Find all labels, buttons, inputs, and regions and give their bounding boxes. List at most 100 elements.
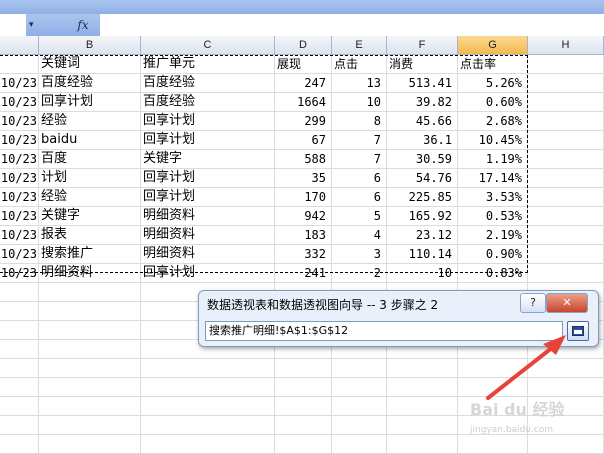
header-cell[interactable]: 点击 — [332, 55, 387, 74]
empty-cell[interactable] — [275, 435, 332, 454]
empty-cell[interactable] — [39, 302, 141, 321]
data-cell[interactable]: 百度经验 — [141, 74, 275, 93]
empty-cell[interactable] — [141, 397, 275, 416]
empty-cell[interactable] — [387, 359, 458, 378]
data-cell[interactable]: 35 — [275, 169, 332, 188]
empty-cell[interactable] — [528, 435, 604, 454]
data-cell[interactable]: 回享计划 — [141, 131, 275, 150]
data-cell[interactable]: 10/23 — [0, 112, 39, 131]
data-cell[interactable]: 2 — [332, 264, 387, 283]
expand-dialog-button[interactable] — [567, 321, 589, 341]
data-cell[interactable]: 4 — [332, 226, 387, 245]
empty-cell[interactable] — [0, 435, 39, 454]
data-cell[interactable]: 关键字 — [39, 207, 141, 226]
column-header-b[interactable]: B — [39, 36, 141, 55]
data-cell[interactable]: 17.14% — [458, 169, 528, 188]
data-cell[interactable]: 关键字 — [141, 150, 275, 169]
data-cell[interactable]: 回享计划 — [141, 188, 275, 207]
data-cell[interactable]: 13 — [332, 74, 387, 93]
data-cell[interactable]: 10/23 — [0, 226, 39, 245]
empty-cell[interactable] — [0, 416, 39, 435]
empty-cell[interactable] — [332, 416, 387, 435]
data-cell[interactable]: 明细资料 — [141, 207, 275, 226]
data-cell[interactable]: 10/23 — [0, 188, 39, 207]
empty-cell[interactable] — [332, 378, 387, 397]
empty-cell[interactable] — [39, 397, 141, 416]
empty-cell[interactable] — [528, 112, 604, 131]
empty-cell[interactable] — [528, 226, 604, 245]
data-cell[interactable]: 0.53% — [458, 207, 528, 226]
empty-cell[interactable] — [387, 378, 458, 397]
column-header-h[interactable]: H — [528, 36, 604, 55]
data-cell[interactable]: 588 — [275, 150, 332, 169]
data-cell[interactable]: 7 — [332, 150, 387, 169]
data-cell[interactable]: 10/23 — [0, 150, 39, 169]
empty-cell[interactable] — [0, 397, 39, 416]
data-cell[interactable]: 百度经验 — [39, 74, 141, 93]
empty-cell[interactable] — [275, 397, 332, 416]
empty-cell[interactable] — [528, 93, 604, 112]
empty-cell[interactable] — [39, 359, 141, 378]
data-cell[interactable]: 54.76 — [387, 169, 458, 188]
data-cell[interactable]: 0.90% — [458, 245, 528, 264]
data-cell[interactable]: 计划 — [39, 169, 141, 188]
data-cell[interactable]: 3.53% — [458, 188, 528, 207]
empty-cell[interactable] — [387, 397, 458, 416]
empty-cell[interactable] — [0, 378, 39, 397]
data-cell[interactable]: 170 — [275, 188, 332, 207]
data-cell[interactable]: 30.59 — [387, 150, 458, 169]
empty-cell[interactable] — [458, 378, 528, 397]
close-button[interactable]: ✕ — [546, 293, 588, 313]
data-cell[interactable]: 明细资料 — [141, 226, 275, 245]
empty-cell[interactable] — [387, 435, 458, 454]
empty-cell[interactable] — [39, 435, 141, 454]
header-cell[interactable]: 展现 — [275, 55, 332, 74]
column-header-d[interactable]: D — [275, 36, 332, 55]
data-cell[interactable]: 3 — [332, 245, 387, 264]
data-cell[interactable]: 39.82 — [387, 93, 458, 112]
data-cell[interactable]: 165.92 — [387, 207, 458, 226]
data-cell[interactable]: 10/23 — [0, 264, 39, 283]
column-header-c[interactable]: C — [141, 36, 275, 55]
data-cell[interactable]: 7 — [332, 131, 387, 150]
empty-cell[interactable] — [0, 321, 39, 340]
data-cell[interactable]: 247 — [275, 74, 332, 93]
name-box-dropdown[interactable]: ▾ — [26, 14, 66, 36]
data-cell[interactable]: 10/23 — [0, 74, 39, 93]
data-cell[interactable]: 回享计划 — [141, 264, 275, 283]
data-cell[interactable]: 6 — [332, 169, 387, 188]
data-cell[interactable]: 0.83% — [458, 264, 528, 283]
empty-cell[interactable] — [141, 416, 275, 435]
data-cell[interactable]: 6 — [332, 188, 387, 207]
empty-cell[interactable] — [528, 207, 604, 226]
empty-cell[interactable] — [332, 359, 387, 378]
data-cell[interactable]: 1.19% — [458, 150, 528, 169]
header-cell[interactable]: 推广单元 — [141, 55, 275, 74]
data-cell[interactable]: 报表 — [39, 226, 141, 245]
empty-cell[interactable] — [528, 131, 604, 150]
formula-input[interactable] — [100, 14, 604, 36]
data-cell[interactable]: 回享计划 — [39, 93, 141, 112]
range-input[interactable]: 搜索推广明细!$A$1:$G$12 — [205, 321, 563, 341]
empty-cell[interactable] — [528, 169, 604, 188]
empty-cell[interactable] — [528, 188, 604, 207]
empty-cell[interactable] — [528, 359, 604, 378]
empty-cell[interactable] — [0, 340, 39, 359]
empty-cell[interactable] — [275, 359, 332, 378]
data-cell[interactable]: 110.14 — [387, 245, 458, 264]
column-header-e[interactable]: E — [332, 36, 387, 55]
data-cell[interactable]: 10/23 — [0, 93, 39, 112]
empty-cell[interactable] — [141, 359, 275, 378]
empty-cell[interactable] — [39, 340, 141, 359]
empty-cell[interactable] — [458, 435, 528, 454]
empty-cell[interactable] — [39, 416, 141, 435]
data-cell[interactable]: 10/23 — [0, 131, 39, 150]
empty-cell[interactable] — [387, 416, 458, 435]
data-cell[interactable]: 225.85 — [387, 188, 458, 207]
data-cell[interactable]: 10/23 — [0, 169, 39, 188]
data-cell[interactable]: 10/23 — [0, 207, 39, 226]
empty-cell[interactable] — [528, 74, 604, 93]
empty-cell[interactable] — [528, 378, 604, 397]
header-cell[interactable]: 点击率 — [458, 55, 528, 74]
data-cell[interactable]: 36.1 — [387, 131, 458, 150]
